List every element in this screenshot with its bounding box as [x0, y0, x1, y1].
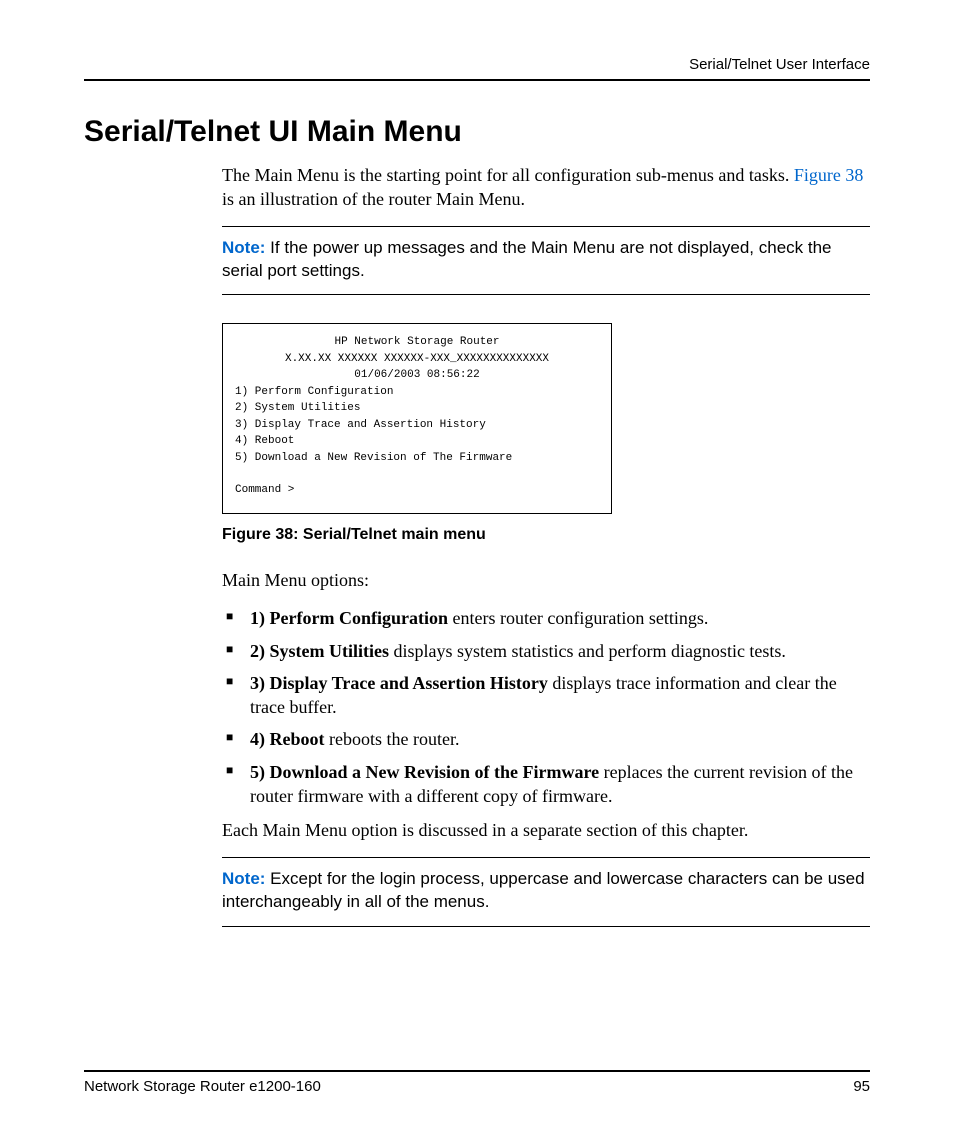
figure-ref-link[interactable]: Figure 38: [794, 165, 864, 185]
options-intro: Main Menu options:: [222, 568, 870, 592]
header-rule: [84, 79, 870, 81]
list-item: 1) Perform Configuration enters router c…: [222, 606, 870, 630]
list-item: 5) Download a New Revision of the Firmwa…: [222, 760, 870, 809]
intro-paragraph: The Main Menu is the starting point for …: [222, 163, 870, 212]
list-item: 4) Reboot reboots the router.: [222, 727, 870, 751]
option-name: 2) System Utilities: [250, 641, 389, 661]
option-name: 4) Reboot: [250, 729, 325, 749]
closing-paragraph: Each Main Menu option is discussed in a …: [222, 818, 870, 842]
terminal-version: X.XX.XX XXXXXX XXXXXX-XXX_XXXXXXXXXXXXXX: [235, 351, 599, 368]
intro-text-2: is an illustration of the router Main Me…: [222, 189, 525, 209]
terminal-item: 4) Reboot: [235, 433, 599, 450]
note-text: If the power up messages and the Main Me…: [222, 238, 832, 280]
note-text: Except for the login process, uppercase …: [222, 869, 865, 911]
terminal-item: 3) Display Trace and Assertion History: [235, 417, 599, 434]
terminal-item: 1) Perform Configuration: [235, 384, 599, 401]
note-block-2: Note: Except for the login process, uppe…: [222, 857, 870, 927]
option-name: 5) Download a New Revision of the Firmwa…: [250, 762, 599, 782]
option-desc: displays system statistics and perform d…: [389, 641, 786, 661]
note-label: Note:: [222, 238, 265, 257]
option-name: 3) Display Trace and Assertion History: [250, 673, 548, 693]
terminal-item: 5) Download a New Revision of The Firmwa…: [235, 450, 599, 467]
terminal-title: HP Network Storage Router: [235, 334, 599, 351]
running-header: Serial/Telnet User Interface: [84, 56, 870, 73]
terminal-datetime: 01/06/2003 08:56:22: [235, 367, 599, 384]
footer-page-number: 95: [853, 1078, 870, 1095]
footer-rule: [84, 1070, 870, 1072]
note-block-1: Note: If the power up messages and the M…: [222, 226, 870, 296]
list-item: 3) Display Trace and Assertion History d…: [222, 671, 870, 720]
intro-text-1: The Main Menu is the starting point for …: [222, 165, 794, 185]
section-heading: Serial/Telnet UI Main Menu: [84, 115, 870, 149]
option-name: 1) Perform Configuration: [250, 608, 448, 628]
footer-doc-title: Network Storage Router e1200-160: [84, 1078, 321, 1095]
terminal-item: 2) System Utilities: [235, 400, 599, 417]
figure-caption: Figure 38: Serial/Telnet main menu: [222, 526, 870, 544]
page-footer: Network Storage Router e1200-160 95: [84, 1070, 870, 1095]
note-label: Note:: [222, 869, 265, 888]
terminal-prompt: Command >: [235, 482, 599, 499]
list-item: 2) System Utilities displays system stat…: [222, 639, 870, 663]
option-desc: reboots the router.: [325, 729, 460, 749]
options-list: 1) Perform Configuration enters router c…: [222, 606, 870, 808]
terminal-screenshot: HP Network Storage Router X.XX.XX XXXXXX…: [222, 323, 612, 514]
option-desc: enters router configuration settings.: [448, 608, 708, 628]
